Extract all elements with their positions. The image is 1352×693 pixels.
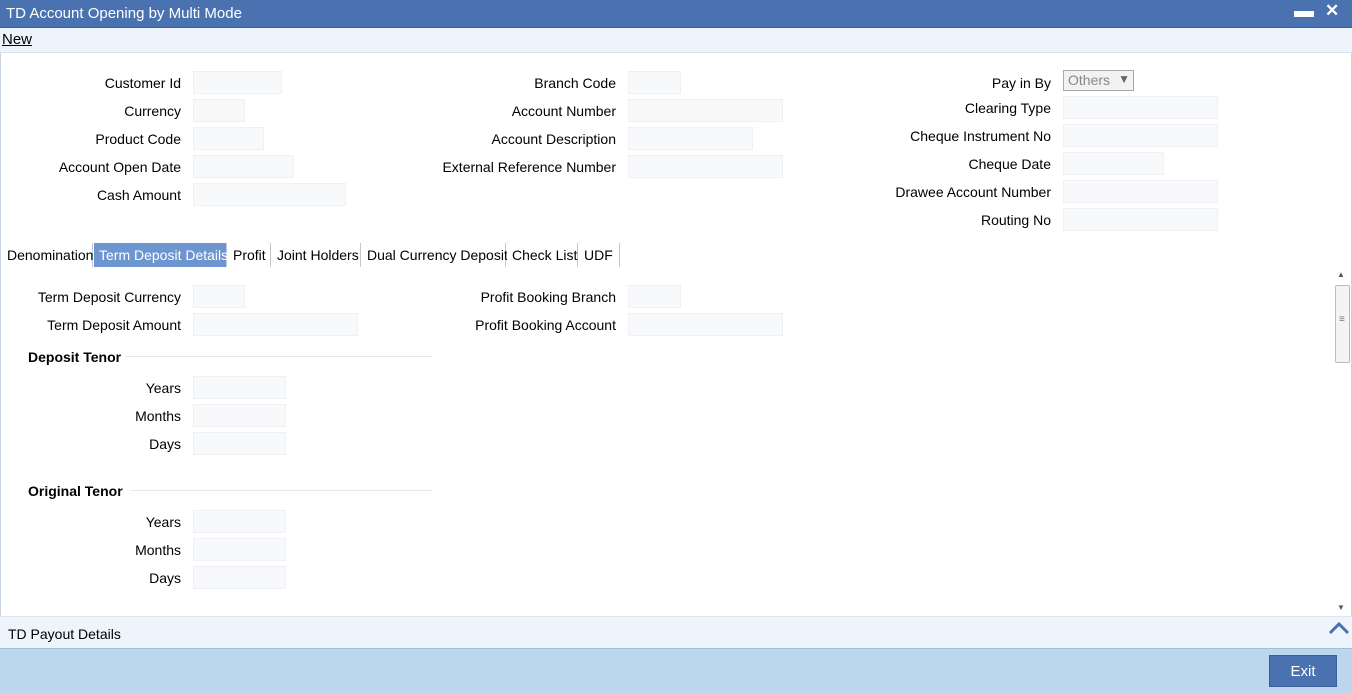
tab-denomination[interactable]: Denomination xyxy=(2,243,93,267)
scroll-down-icon[interactable]: ▼ xyxy=(1337,603,1345,612)
grip-icon: ≡ xyxy=(1339,314,1345,325)
deposit-tenor-divider xyxy=(126,356,432,357)
drawee-account-number-input[interactable] xyxy=(1063,180,1218,203)
account-open-date-label: Account Open Date xyxy=(58,159,181,175)
original-tenor-days-label: Days xyxy=(149,570,181,586)
account-number-input[interactable] xyxy=(628,99,783,122)
clearing-type-label: Clearing Type xyxy=(964,100,1051,116)
cheque-date-label: Cheque Date xyxy=(968,156,1051,172)
routing-no-label: Routing No xyxy=(980,212,1051,228)
currency-input[interactable] xyxy=(193,99,245,122)
tab-check-list[interactable]: Check List xyxy=(507,243,578,267)
tab-term-deposit-details[interactable]: Term Deposit Details xyxy=(94,243,228,267)
deposit-tenor-years-input[interactable] xyxy=(193,376,286,399)
exit-button[interactable]: Exit xyxy=(1269,655,1337,687)
original-tenor-years-input[interactable] xyxy=(193,510,286,533)
minimize-icon[interactable]: ▬ xyxy=(1294,0,1314,23)
currency-label: Currency xyxy=(124,103,181,119)
profit-booking-account-label: Profit Booking Account xyxy=(475,317,616,333)
clearing-type-input[interactable] xyxy=(1063,96,1218,119)
customer-id-input[interactable] xyxy=(193,71,282,94)
td-payout-details-label: TD Payout Details xyxy=(8,626,121,642)
customer-id-label: Customer Id xyxy=(104,75,181,91)
pay-in-by-label: Pay in By xyxy=(991,75,1051,91)
account-number-label: Account Number xyxy=(511,103,616,119)
chevron-down-icon: ▼ xyxy=(1118,72,1130,86)
original-tenor-days-input[interactable] xyxy=(193,566,286,589)
external-reference-number-input[interactable] xyxy=(628,155,783,178)
term-deposit-currency-input[interactable] xyxy=(193,285,245,308)
external-reference-number-label: External Reference Number xyxy=(442,159,616,175)
profit-booking-branch-label: Profit Booking Branch xyxy=(480,289,616,305)
cheque-instrument-no-label: Cheque Instrument No xyxy=(910,128,1051,144)
original-tenor-months-input[interactable] xyxy=(193,538,286,561)
original-tenor-years-label: Years xyxy=(145,514,181,530)
deposit-tenor-days-input[interactable] xyxy=(193,432,286,455)
branch-code-input[interactable] xyxy=(628,71,681,94)
scroll-up-icon[interactable]: ▲ xyxy=(1337,270,1345,279)
term-deposit-currency-label: Term Deposit Currency xyxy=(37,289,181,305)
routing-no-input[interactable] xyxy=(1063,208,1218,231)
deposit-tenor-years-label: Years xyxy=(145,380,181,396)
menu-bar: New xyxy=(0,28,1352,53)
product-code-label: Product Code xyxy=(95,131,181,147)
chevron-up-icon[interactable] xyxy=(1327,620,1351,636)
tab-joint-holders[interactable]: Joint Holders xyxy=(272,243,361,267)
cheque-instrument-no-input[interactable] xyxy=(1063,124,1218,147)
new-link[interactable]: New xyxy=(2,31,32,48)
pay-in-by-value: Others xyxy=(1068,72,1111,88)
tab-dual-currency-deposit[interactable]: Dual Currency Deposit xyxy=(362,243,508,267)
tab-profit[interactable]: Profit xyxy=(228,243,271,267)
scrollbar-thumb[interactable]: ≡ xyxy=(1335,285,1350,363)
product-code-input[interactable] xyxy=(193,127,264,150)
drawee-account-number-label: Drawee Account Number xyxy=(895,184,1051,200)
footer-bar: Exit xyxy=(0,648,1352,693)
account-description-label: Account Description xyxy=(491,131,616,147)
tab-udf[interactable]: UDF xyxy=(579,243,620,267)
cash-amount-input[interactable] xyxy=(193,183,346,206)
cheque-date-input[interactable] xyxy=(1063,152,1164,175)
original-tenor-title: Original Tenor xyxy=(28,483,123,499)
td-payout-details-bar[interactable]: TD Payout Details xyxy=(0,616,1352,648)
deposit-tenor-months-input[interactable] xyxy=(193,404,286,427)
account-open-date-input[interactable] xyxy=(193,155,294,178)
pay-in-by-select[interactable]: Others ▼ xyxy=(1063,70,1134,91)
window-titlebar: TD Account Opening by Multi Mode ▬ ✕ xyxy=(0,0,1352,28)
profit-booking-account-input[interactable] xyxy=(628,313,783,336)
deposit-tenor-months-label: Months xyxy=(135,408,181,424)
term-deposit-amount-input[interactable] xyxy=(193,313,358,336)
close-icon[interactable]: ✕ xyxy=(1325,1,1339,21)
account-description-input[interactable] xyxy=(628,127,753,150)
cash-amount-label: Cash Amount xyxy=(96,187,181,203)
deposit-tenor-title: Deposit Tenor xyxy=(28,349,122,365)
window-title: TD Account Opening by Multi Mode xyxy=(6,5,242,22)
branch-code-label: Branch Code xyxy=(534,75,616,91)
original-tenor-months-label: Months xyxy=(135,542,181,558)
term-deposit-amount-label: Term Deposit Amount xyxy=(47,317,181,333)
deposit-tenor-days-label: Days xyxy=(149,436,181,452)
profit-booking-branch-input[interactable] xyxy=(628,285,681,308)
original-tenor-divider xyxy=(130,490,432,491)
